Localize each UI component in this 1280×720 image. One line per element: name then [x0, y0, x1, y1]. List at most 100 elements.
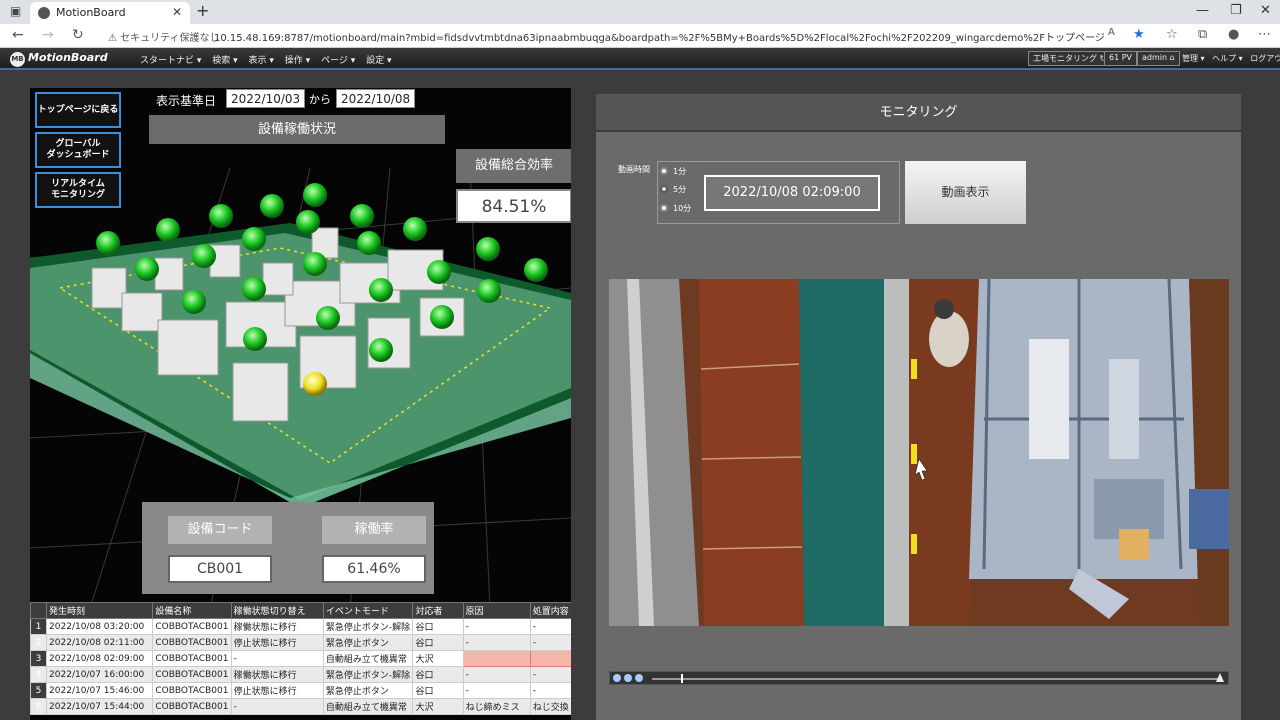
stop-icon[interactable] [635, 674, 643, 682]
video-worker [929, 311, 969, 367]
realtime-monitoring-button[interactable]: リアルタイム モニタリング [35, 172, 121, 208]
cell-state: 稼働状態に移行 [230, 618, 324, 635]
radio-5min[interactable]: 5分 [660, 184, 686, 195]
menu-start-navi[interactable]: スタートナビ ▾ [140, 56, 201, 66]
top-page-button[interactable]: トップページに戻る [35, 92, 121, 128]
radio-5min-label: 5分 [673, 185, 687, 194]
table-header-row: 発生時刻 設備名称 稼働状態切り替え イベントモード 対応者 原因 処置内容 [30, 602, 571, 619]
cell-state: 停止状態に移行 [230, 634, 324, 651]
row-index: 3 [30, 650, 48, 667]
col-header-handler[interactable]: 対応者 [412, 602, 464, 619]
cell-action: - [529, 634, 571, 651]
cell-state: - [230, 650, 324, 667]
profile-icon[interactable]: ● [1228, 27, 1239, 42]
cell-cause-input[interactable] [462, 650, 531, 667]
pause-icon[interactable] [624, 674, 632, 682]
collections-icon[interactable]: ⧉ [1198, 27, 1207, 42]
table-row[interactable]: 1 2022/10/08 03:20:00 COBBOTACB001 稼働状態に移行緊… [30, 618, 571, 635]
menu-help[interactable]: ヘルプ ▾ [1212, 54, 1243, 63]
cell-equipment: COBBOTACB001 [152, 698, 232, 715]
address-bar: ← → ↻ ⚠ セキュリティ保護なし 10.15.48.169:8787/mot… [0, 24, 1280, 48]
row-index: 1 [30, 618, 48, 635]
monitoring-panel: モニタリング 動画時間 1分 5分 10分 2022/10/08 02:09:0… [596, 94, 1241, 720]
reload-icon[interactable]: ↻ [72, 27, 84, 43]
row-index: 5 [30, 682, 48, 699]
radio-1min-label: 1分 [673, 167, 687, 176]
play-icon[interactable] [613, 674, 621, 682]
table-row[interactable]: 2 2022/10/08 02:11:00 COBBOTACB001 停止状態に移行緊… [30, 634, 571, 651]
right-menu: 管理 ▾ ヘルプ ▾ ログアウト [1182, 53, 1280, 64]
table-row[interactable]: 5 2022/10/07 15:46:00 COBBOTACB001 停止状態に移行緊… [30, 682, 571, 699]
camera-video[interactable] [609, 279, 1229, 626]
back-icon[interactable]: ← [12, 27, 24, 43]
cell-equipment: COBBOTACB001 [152, 650, 232, 667]
menu-settings[interactable]: 設定 ▾ [366, 56, 391, 66]
radio-10min-label: 10分 [673, 204, 692, 213]
cell-state: 稼働状態に移行 [230, 666, 324, 683]
cell-action: ねじ交換 [529, 698, 571, 715]
equipment-code-value: CB001 [168, 555, 272, 583]
admin-button[interactable]: admin ⌂ [1137, 51, 1180, 66]
close-window-icon[interactable]: ✕ [1260, 3, 1271, 18]
menu-page[interactable]: ページ ▾ [321, 56, 355, 66]
volume-icon[interactable] [1216, 673, 1224, 682]
menu-view[interactable]: 表示 ▾ [249, 56, 274, 66]
col-header-equipment[interactable]: 設備名称 [152, 602, 232, 619]
cell-handler: 谷口 [412, 634, 464, 651]
date-to-input[interactable]: 2022/10/08 [336, 89, 416, 108]
forward-icon[interactable]: → [42, 27, 54, 43]
monitoring-title: モニタリング [596, 94, 1241, 132]
cell-equipment: COBBOTACB001 [152, 634, 232, 651]
read-aloud-icon[interactable]: A [1108, 27, 1115, 38]
col-header-event-mode[interactable]: イベントモード [322, 602, 414, 619]
motionboard-logo[interactable]: MB MotionBoard [10, 51, 108, 67]
pv-button[interactable]: 61 PV [1104, 51, 1138, 66]
menu-logout[interactable]: ログアウト [1250, 54, 1280, 63]
date-separator: から [309, 93, 331, 106]
browser-tab[interactable]: MotionBoard ✕ [30, 2, 190, 24]
close-tab-icon[interactable]: ✕ [172, 5, 182, 19]
col-header-time[interactable]: 発生時刻 [46, 602, 154, 619]
table-row[interactable]: 4 2022/10/07 16:00:00 COBBOTACB001 稼働状態に移行緊… [30, 666, 571, 683]
cell-time: 2022/10/07 15:44:00 [46, 698, 154, 715]
home-icon: ⌂ [1169, 53, 1175, 62]
radio-1min[interactable]: 1分 [660, 166, 686, 177]
show-video-button[interactable]: 動画表示 [905, 161, 1026, 224]
cell-time: 2022/10/08 02:11:00 [46, 634, 154, 651]
date-label: 表示基準日 [156, 94, 217, 108]
cell-event-mode: 緊急停止ボタン [322, 682, 414, 699]
favorites-icon[interactable]: ☆ [1166, 27, 1178, 42]
menu-admin[interactable]: 管理 ▾ [1182, 54, 1205, 63]
minimize-icon[interactable]: — [1196, 3, 1209, 18]
seek-track[interactable] [652, 678, 1222, 680]
factory-monitoring-button[interactable]: 工場モニタリング ↻ [1028, 51, 1112, 66]
restore-icon[interactable]: ❐ [1230, 3, 1242, 18]
url-field[interactable]: 10.15.48.169:8787/motionboard/main?mbid=… [214, 29, 1105, 44]
video-seekbar[interactable] [609, 671, 1229, 685]
browser-tab-bar: ▣ MotionBoard ✕ + — ❐ ✕ [0, 0, 1280, 24]
row-index: 4 [30, 666, 48, 683]
cell-time: 2022/10/08 02:09:00 [46, 650, 154, 667]
video-time-field[interactable]: 2022/10/08 02:09:00 [704, 175, 880, 211]
cell-action-input[interactable] [529, 650, 571, 667]
col-header-action[interactable]: 処置内容 [529, 602, 571, 619]
col-header-state[interactable]: 稼働状態切り替え [230, 602, 324, 619]
operating-rate-value: 61.46% [322, 555, 426, 583]
table-row[interactable]: 6 2022/10/07 15:44:00 COBBOTACB001- 自動組み立て機… [30, 698, 571, 715]
table-row[interactable]: 3 2022/10/08 02:09:00 COBBOTACB001- 自動組み立て機… [30, 650, 571, 667]
tab-actions-icon[interactable]: ▣ [10, 4, 21, 18]
security-warning[interactable]: ⚠ セキュリティ保護なし [108, 29, 220, 44]
date-from-input[interactable]: 2022/10/03 [226, 89, 306, 108]
favorite-star-icon[interactable]: ★ [1133, 27, 1145, 42]
new-tab-icon[interactable]: + [196, 1, 209, 20]
menu-search[interactable]: 検索 ▾ [212, 56, 237, 66]
row-index: 6 [30, 698, 48, 715]
cell-event-mode: 自動組み立て機異常 [322, 698, 414, 715]
global-dashboard-button[interactable]: グローバル ダッシュボード [35, 132, 121, 168]
col-header-cause[interactable]: 原因 [462, 602, 531, 619]
menu-operation[interactable]: 操作 ▾ [285, 56, 310, 66]
cell-cause: - [462, 618, 531, 635]
radio-10min[interactable]: 10分 [660, 203, 691, 214]
more-icon[interactable]: ⋯ [1258, 27, 1271, 42]
seek-handle[interactable] [681, 674, 683, 683]
